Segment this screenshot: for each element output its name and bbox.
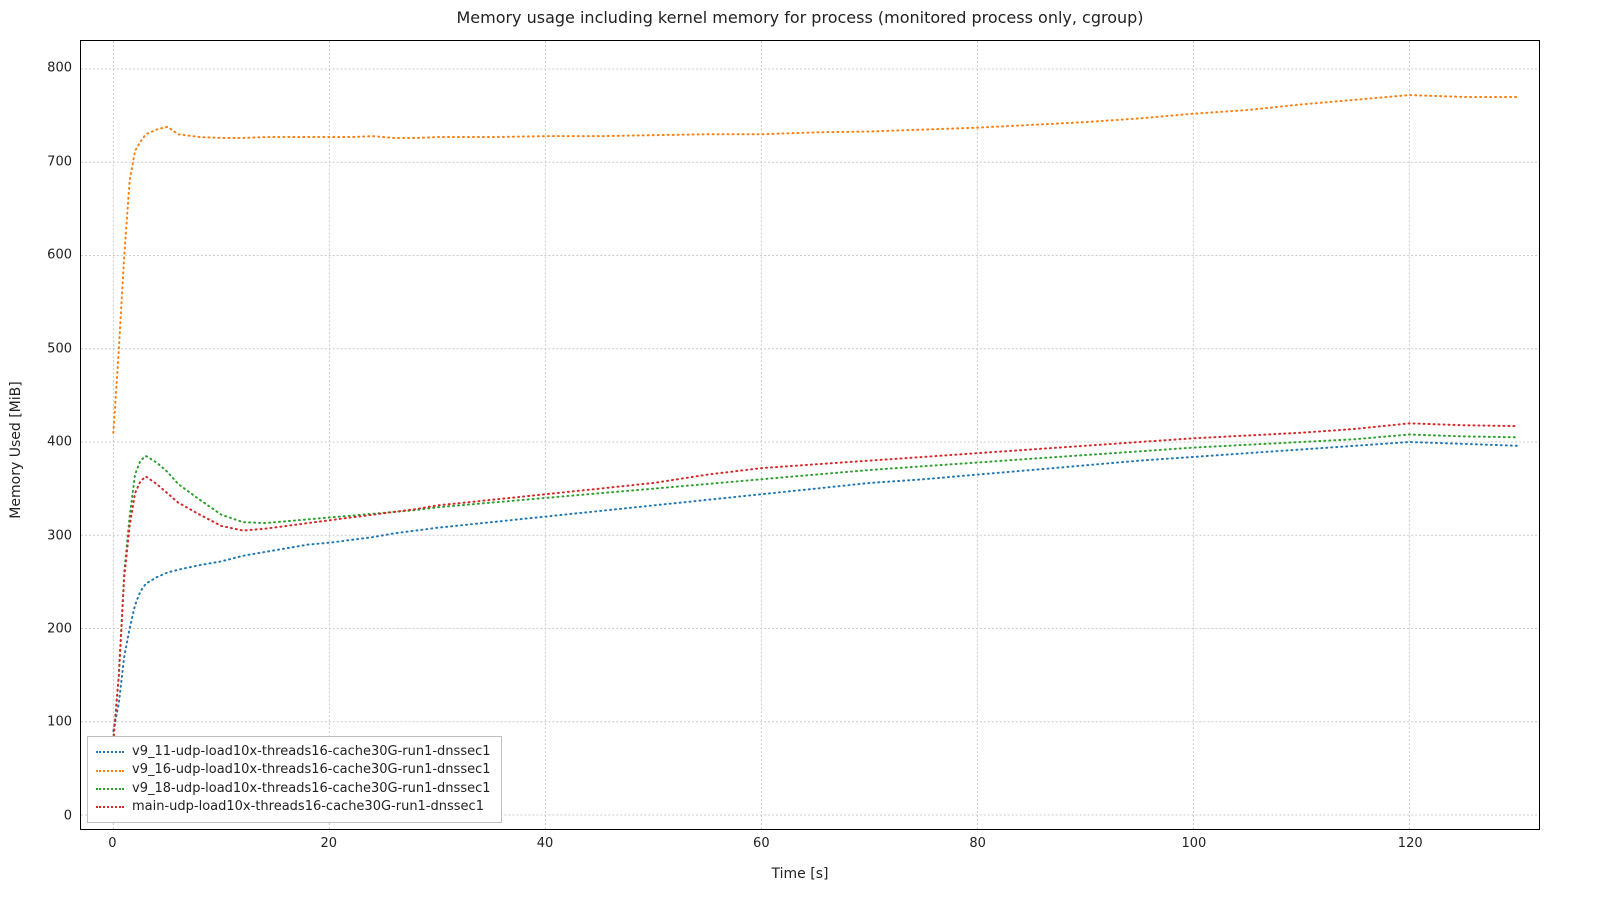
x-tick: 80: [969, 836, 986, 851]
series-line-0: [113, 442, 1517, 731]
x-tick: 0: [108, 836, 116, 851]
x-tick: 100: [1182, 836, 1207, 851]
x-tick: 60: [753, 836, 770, 851]
x-tick: 20: [320, 836, 337, 851]
y-tick: 300: [12, 528, 72, 543]
chart-title: Memory usage including kernel memory for…: [0, 8, 1600, 27]
y-tick: 700: [12, 154, 72, 169]
chart-figure: Memory usage including kernel memory for…: [0, 0, 1600, 900]
legend: v9_11-udp-load10x-threads16-cache30G-run…: [87, 736, 502, 823]
y-tick: 0: [12, 808, 72, 823]
y-axis-label: Memory Used [MiB]: [8, 381, 24, 518]
y-tick: 100: [12, 715, 72, 730]
legend-item: v9_11-udp-load10x-threads16-cache30G-run…: [96, 743, 491, 761]
x-axis-label: Time [s]: [0, 866, 1600, 882]
y-tick: 400: [12, 435, 72, 450]
legend-label: v9_16-udp-load10x-threads16-cache30G-run…: [132, 761, 491, 779]
series-line-3: [113, 423, 1517, 740]
y-tick: 600: [12, 248, 72, 263]
legend-item: main-udp-load10x-threads16-cache30G-run1…: [96, 798, 491, 816]
legend-label: v9_18-udp-load10x-threads16-cache30G-run…: [132, 780, 491, 798]
legend-swatch: [96, 788, 124, 790]
plot-area: v9_11-udp-load10x-threads16-cache30G-run…: [80, 40, 1540, 830]
legend-swatch: [96, 770, 124, 772]
legend-swatch: [96, 806, 124, 808]
x-tick: 120: [1398, 836, 1423, 851]
series-lines: [113, 95, 1517, 740]
plot-svg: [81, 41, 1539, 829]
gridlines: [81, 41, 1539, 829]
series-line-2: [113, 435, 1517, 741]
legend-item: v9_18-udp-load10x-threads16-cache30G-run…: [96, 780, 491, 798]
legend-label: v9_11-udp-load10x-threads16-cache30G-run…: [132, 743, 491, 761]
legend-swatch: [96, 751, 124, 753]
x-tick: 40: [537, 836, 554, 851]
y-tick: 500: [12, 341, 72, 356]
y-tick: 800: [12, 61, 72, 76]
legend-label: main-udp-load10x-threads16-cache30G-run1…: [132, 798, 484, 816]
series-line-1: [113, 95, 1517, 433]
legend-item: v9_16-udp-load10x-threads16-cache30G-run…: [96, 761, 491, 779]
y-tick: 200: [12, 621, 72, 636]
